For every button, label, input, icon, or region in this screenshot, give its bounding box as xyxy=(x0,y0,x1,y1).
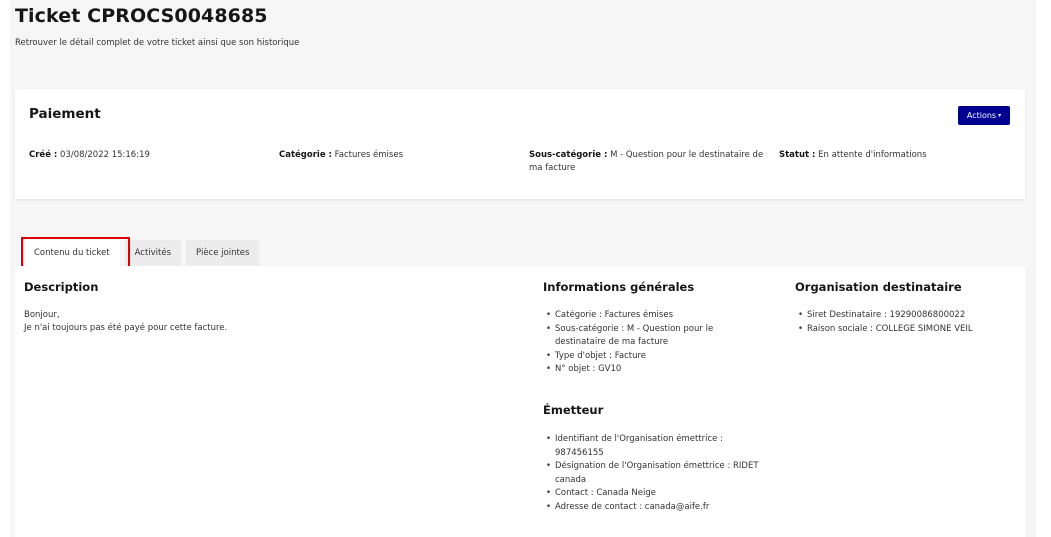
status-field: Statut : En attente d'informations xyxy=(779,149,927,162)
list-item: Siret Destinataire : 19290086800022 xyxy=(797,309,1017,323)
description-body: Bonjour, Je n'ai toujours pas été payé p… xyxy=(24,309,227,335)
issuer-heading: Émetteur xyxy=(543,403,604,417)
description-line: Bonjour, xyxy=(24,310,60,320)
general-info-heading: Informations générales xyxy=(543,280,695,294)
issuer-list: Identifiant de l'Organisation émettrice … xyxy=(545,433,765,514)
category-label: Catégorie : xyxy=(279,150,332,160)
description-heading: Description xyxy=(24,280,99,294)
ticket-content-panel: Description Bonjour, Je n'ai toujours pa… xyxy=(15,266,1025,537)
category-value: Factures émises xyxy=(334,150,404,160)
ticket-summary-card: Paiement Actions ▾ Créé : 03/08/2022 15:… xyxy=(15,89,1025,199)
tab-attachments[interactable]: Pièce jointes xyxy=(186,240,260,266)
list-item: Adresse de contact : canada@aife.fr xyxy=(545,501,765,515)
tab-activities[interactable]: Activités xyxy=(124,240,182,266)
actions-button-label: Actions xyxy=(966,111,997,120)
subcategory-field: Sous-catégorie : M - Question pour le de… xyxy=(529,149,764,175)
recipient-org-list: Siret Destinataire : 19290086800022 Rais… xyxy=(797,309,1017,336)
created-field: Créé : 03/08/2022 15:16:19 xyxy=(29,149,150,162)
list-item: Sous-catégorie : M - Question pour le de… xyxy=(545,323,745,350)
ticket-category-title: Paiement xyxy=(29,106,101,122)
list-item: Désignation de l'Organisation émettrice … xyxy=(545,460,765,487)
created-value: 03/08/2022 15:16:19 xyxy=(60,150,150,160)
page-title: Ticket CPROCS0048685 xyxy=(15,5,268,27)
list-item: Type d'objet : Facture xyxy=(545,350,745,364)
description-line: Je n'ai toujours pas été payé pour cette… xyxy=(24,323,228,333)
list-item: Raison sociale : COLLEGE SIMONE VEIL xyxy=(797,323,1017,337)
category-field: Catégorie : Factures émises xyxy=(279,149,403,162)
actions-button[interactable]: Actions ▾ xyxy=(958,106,1010,125)
status-value: En attente d'informations xyxy=(818,150,927,160)
page-subtitle: Retrouver le détail complet de votre tic… xyxy=(15,38,300,48)
general-info-list: Catégorie : Factures émises Sous-catégor… xyxy=(545,309,745,377)
subcategory-label: Sous-catégorie : xyxy=(529,150,608,160)
caret-down-icon: ▾ xyxy=(998,111,1002,119)
recipient-org-heading: Organisation destinataire xyxy=(795,280,962,294)
created-label: Créé : xyxy=(29,150,58,160)
list-item: Contact : Canada Neige xyxy=(545,487,765,501)
list-item: Identifiant de l'Organisation émettrice … xyxy=(545,433,765,460)
list-item: Catégorie : Factures émises xyxy=(545,309,745,323)
list-item: N° objet : GV10 xyxy=(545,363,745,377)
status-label: Statut : xyxy=(779,150,816,160)
